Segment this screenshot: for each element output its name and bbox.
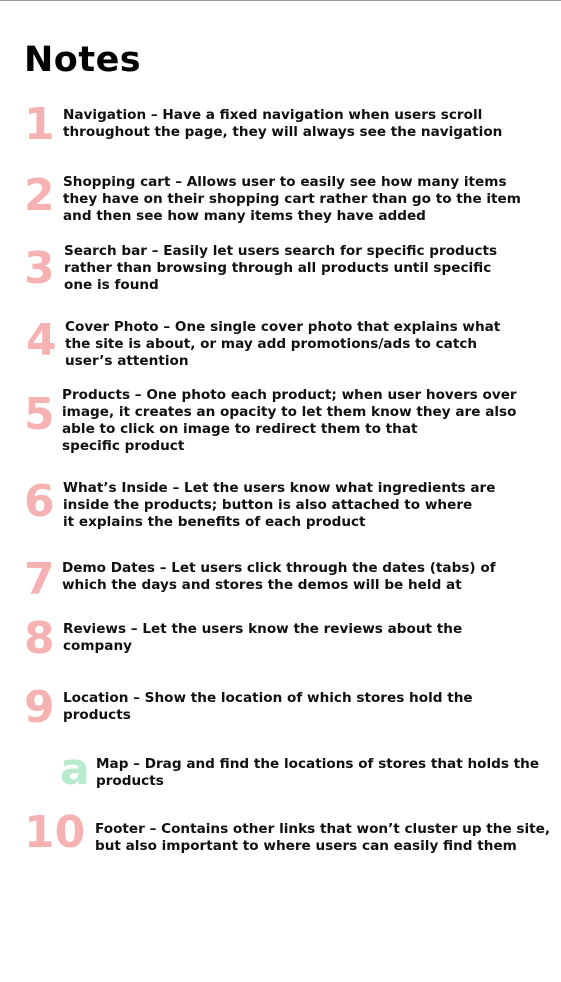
note-text-line: Reviews – Let the users know the reviews… bbox=[63, 621, 463, 637]
note-text-line: inside the products; button is also atta… bbox=[63, 497, 473, 513]
note-text-line: Map – Drag and find the locations of sto… bbox=[96, 756, 540, 772]
note-number: 8 bbox=[24, 613, 55, 664]
note-number: 10 bbox=[24, 807, 86, 858]
note-text-line: products bbox=[96, 773, 164, 789]
note-text: Map – Drag and find the locations of sto… bbox=[96, 756, 539, 790]
note-number: a bbox=[60, 744, 90, 795]
note-text: Location – Show the location of which st… bbox=[63, 690, 473, 724]
note-text: Reviews – Let the users know the reviews… bbox=[63, 621, 462, 655]
note-text-line: What’s Inside – Let the users know what … bbox=[63, 480, 496, 496]
note-text-line: user’s attention bbox=[65, 353, 189, 369]
note-text-line: but also important to where users can ea… bbox=[95, 838, 517, 854]
note-number: 1 bbox=[24, 99, 55, 150]
note-text: What’s Inside – Let the users know what … bbox=[63, 480, 495, 531]
note-number: 5 bbox=[24, 389, 55, 440]
note-text: Shopping cart – Allows user to easily se… bbox=[63, 174, 521, 225]
note-text-line: Navigation – Have a fixed navigation whe… bbox=[63, 107, 483, 123]
note-text: Search bar – Easily let users search for… bbox=[64, 243, 497, 294]
note-text-line: Cover Photo – One single cover photo tha… bbox=[65, 319, 501, 335]
note-text-line: Footer – Contains other links that won’t… bbox=[95, 821, 551, 837]
note-text: Navigation – Have a fixed navigation whe… bbox=[63, 107, 502, 141]
note-text-line: Demo Dates – Let users click through the… bbox=[62, 560, 496, 576]
note-number: 6 bbox=[24, 476, 55, 527]
note-text-line: Location – Show the location of which st… bbox=[63, 690, 473, 706]
note-text-line: one is found bbox=[64, 277, 159, 293]
note-number: 3 bbox=[24, 243, 55, 294]
note-text: Products – One photo each product; when … bbox=[62, 387, 517, 455]
note-text-line: rather than browsing through all product… bbox=[64, 260, 492, 276]
note-text: Cover Photo – One single cover photo tha… bbox=[65, 319, 500, 370]
note-text-line: Products – One photo each product; when … bbox=[62, 387, 517, 403]
page-title: Notes bbox=[24, 40, 142, 80]
note-text-line: specific product bbox=[62, 438, 185, 454]
note-text-line: and then see how many items they have ad… bbox=[63, 208, 426, 224]
note-number: 2 bbox=[24, 170, 55, 221]
note-text: Demo Dates – Let users click through the… bbox=[62, 560, 496, 594]
note-text-line: image, it creates an opacity to let them… bbox=[62, 404, 517, 420]
note-text: Footer – Contains other links that won’t… bbox=[95, 821, 550, 855]
note-text-line: Shopping cart – Allows user to easily se… bbox=[63, 174, 507, 190]
top-divider bbox=[0, 0, 561, 1]
note-text-line: able to click on image to redirect them … bbox=[62, 421, 418, 437]
note-text-line: Search bar – Easily let users search for… bbox=[64, 243, 498, 259]
note-number: 4 bbox=[26, 315, 57, 366]
note-text-line: company bbox=[63, 638, 133, 654]
note-text-line: which the days and stores the demos will… bbox=[62, 577, 462, 593]
note-number: 9 bbox=[24, 682, 55, 733]
note-text-line: throughout the page, they will always se… bbox=[63, 124, 503, 140]
note-text-line: they have on their shopping cart rather … bbox=[63, 191, 521, 207]
note-text-line: products bbox=[63, 707, 131, 723]
note-text-line: it explains the benefits of each product bbox=[63, 514, 366, 530]
note-text-line: the site is about, or may add promotions… bbox=[65, 336, 478, 352]
note-number: 7 bbox=[24, 554, 55, 605]
